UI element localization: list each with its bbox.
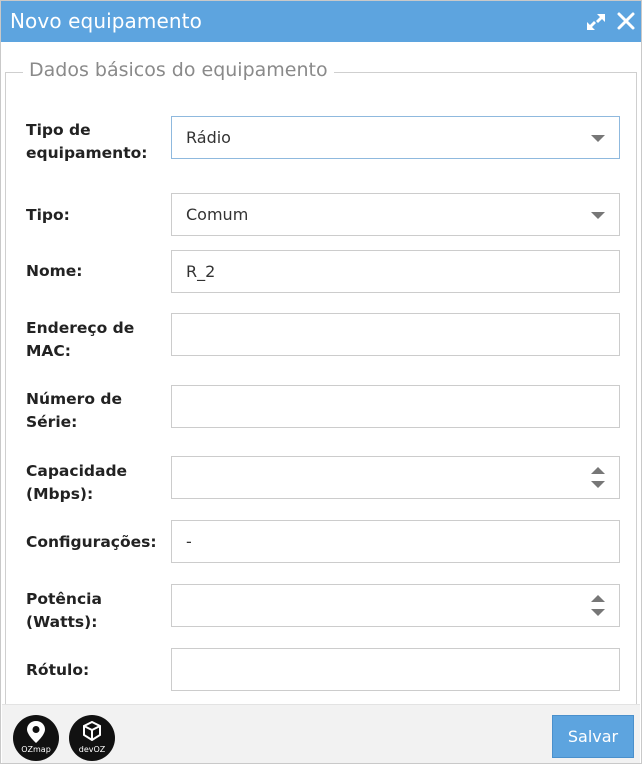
nome-value: R_2 <box>186 262 216 281</box>
rotulo-label: Rótulo: <box>26 661 90 679</box>
dialog-footer: OZmap devOZ Salvar <box>2 704 640 763</box>
tipo-equipamento-label: Tipo de equipamento: <box>26 121 148 162</box>
tipo-equipamento-select[interactable]: Rádio <box>171 116 620 159</box>
devoz-logo-text: devOZ <box>78 745 106 754</box>
mac-label: Endereço de MAC: <box>26 319 135 360</box>
configuracoes-input[interactable]: - <box>171 520 620 563</box>
cube-icon <box>83 721 101 741</box>
close-icon[interactable] <box>615 10 637 32</box>
mac-input[interactable] <box>171 313 620 356</box>
devoz-logo-icon[interactable]: devOZ <box>69 715 115 761</box>
dialog-title: Novo equipamento <box>10 9 202 33</box>
chevron-down-icon[interactable] <box>591 212 605 219</box>
tipo-select[interactable]: Comum <box>171 193 620 236</box>
nome-input[interactable]: R_2 <box>171 250 620 293</box>
map-pin-icon <box>27 721 45 743</box>
configuracoes-value: - <box>186 532 192 551</box>
ozmap-logo-text: OZmap <box>21 745 51 754</box>
spinner-icon[interactable] <box>591 595 605 617</box>
rotulo-input[interactable] <box>171 648 620 691</box>
spinner-icon[interactable] <box>591 467 605 489</box>
serie-label: Número de Série: <box>26 390 122 431</box>
tipo-equipamento-value: Rádio <box>186 128 231 147</box>
maximize-icon[interactable] <box>585 12 607 32</box>
capacidade-label: Capacidade (Mbps): <box>26 462 128 503</box>
ozmap-logo-icon[interactable]: OZmap <box>13 715 59 761</box>
tipo-value: Comum <box>186 205 249 224</box>
title-bar[interactable]: Novo equipamento <box>1 1 641 42</box>
chevron-down-icon[interactable] <box>591 135 605 142</box>
dialog-window: Novo equipamento Dados básicos do equipa… <box>0 0 642 764</box>
section-legend: Dados básicos do equipamento <box>23 59 334 81</box>
tipo-label: Tipo: <box>26 206 70 224</box>
potencia-label: Potência (Watts): <box>26 590 102 631</box>
serie-input[interactable] <box>171 385 620 428</box>
configuracoes-label: Configurações: <box>26 533 157 551</box>
nome-label: Nome: <box>26 262 83 280</box>
capacidade-number-input[interactable] <box>171 456 620 499</box>
potencia-number-input[interactable] <box>171 584 620 627</box>
save-button[interactable]: Salvar <box>552 715 634 758</box>
